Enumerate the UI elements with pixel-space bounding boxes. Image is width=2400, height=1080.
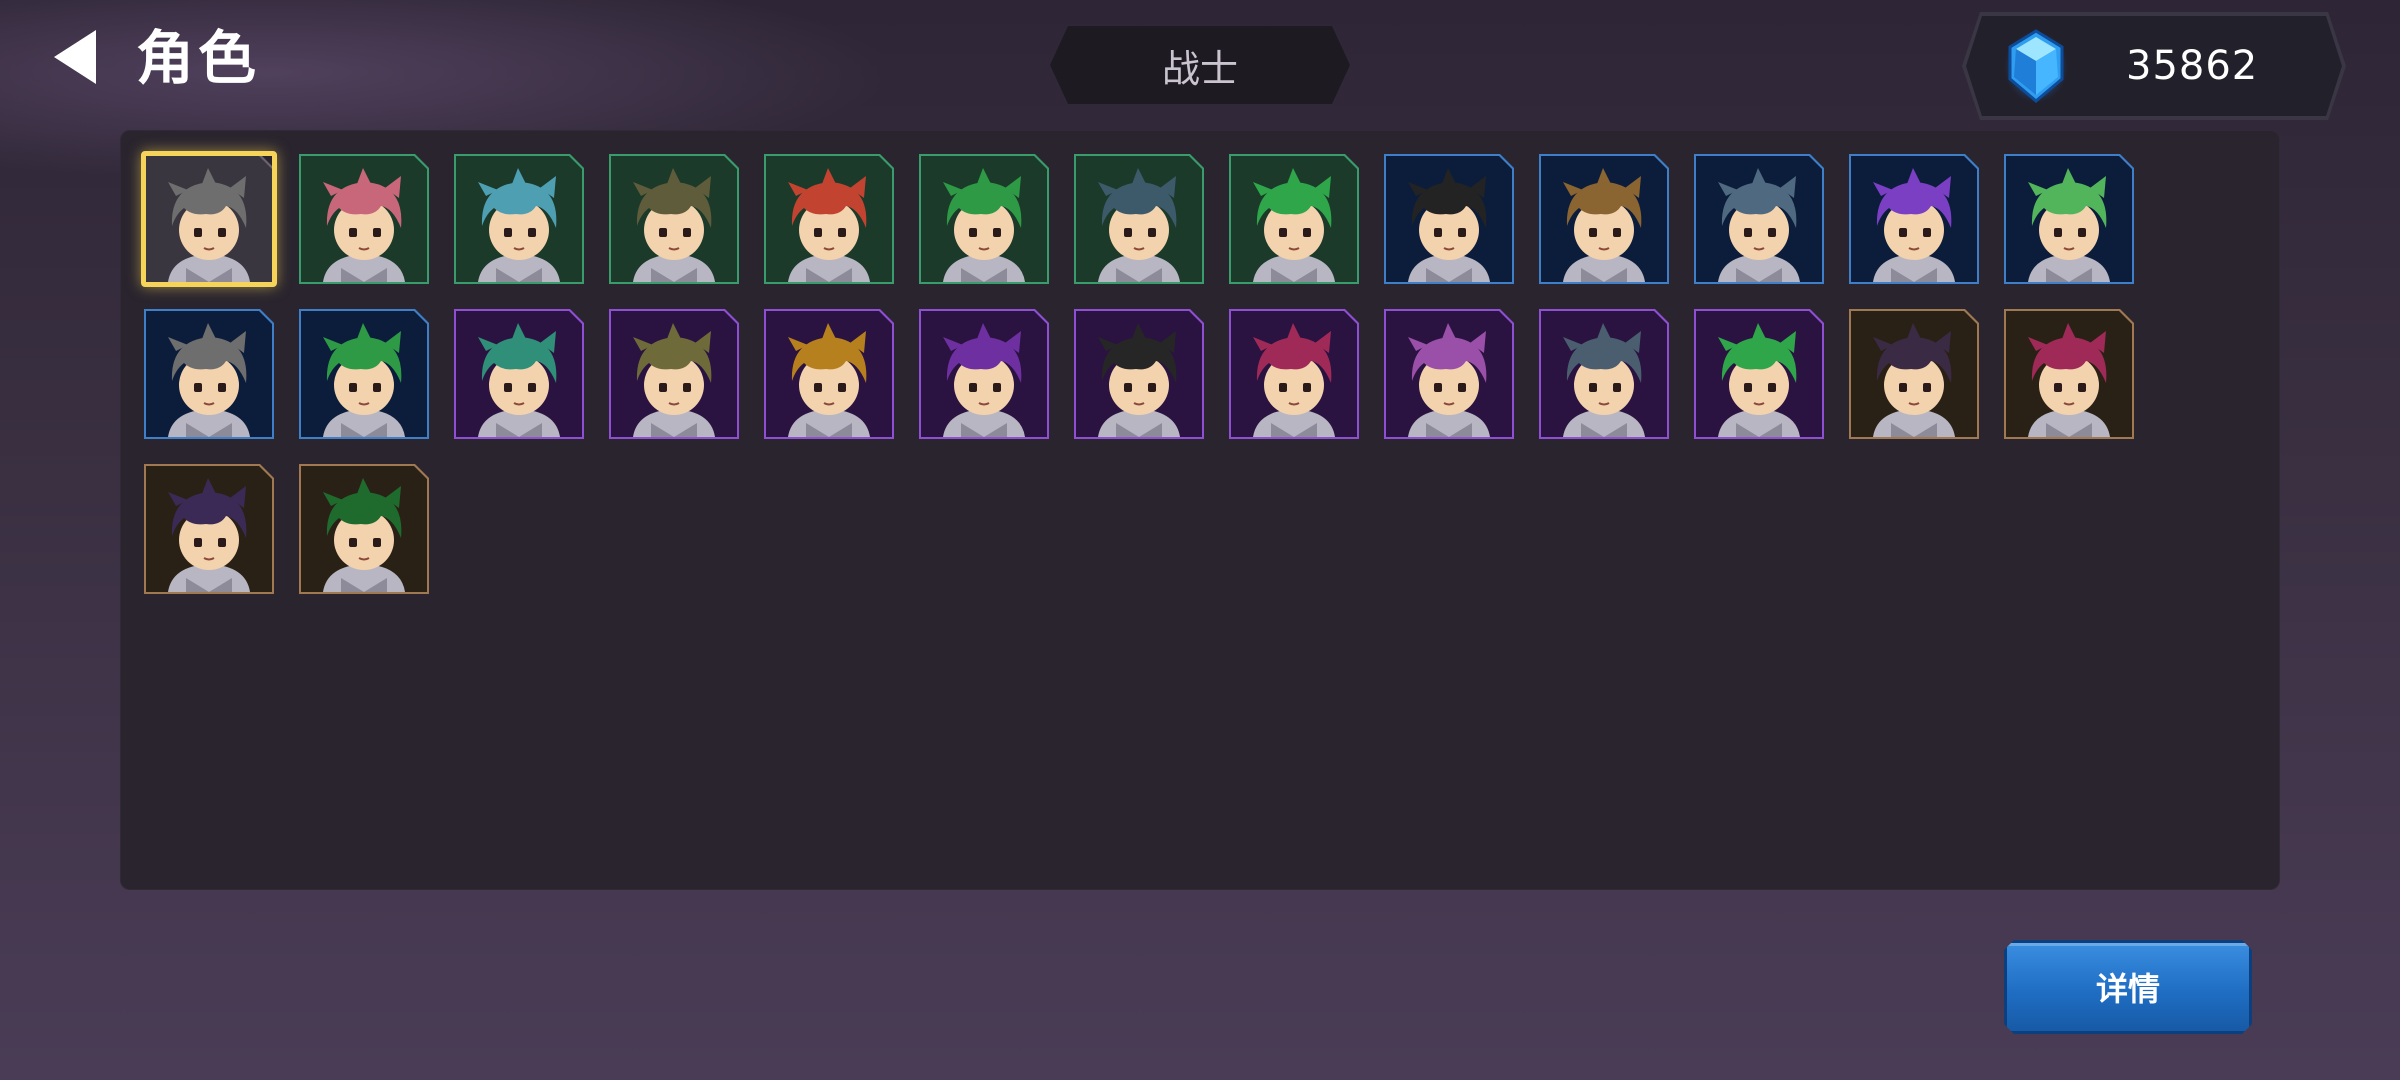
character-card[interactable] bbox=[299, 464, 429, 594]
character-portrait-icon bbox=[766, 311, 892, 437]
character-portrait-icon bbox=[1696, 311, 1822, 437]
character-portrait-icon bbox=[1386, 311, 1512, 437]
character-portrait-icon bbox=[456, 156, 582, 282]
character-card-background bbox=[766, 311, 892, 437]
character-card[interactable] bbox=[764, 309, 894, 439]
details-button[interactable]: 详情 bbox=[2004, 940, 2252, 1034]
class-filter-tab[interactable]: 战士 bbox=[1050, 26, 1350, 104]
character-card[interactable] bbox=[1694, 154, 1824, 284]
blue-gem-icon bbox=[2004, 27, 2068, 105]
character-card-background bbox=[1696, 311, 1822, 437]
character-portrait-icon bbox=[1851, 311, 1977, 437]
character-portrait-icon bbox=[1076, 156, 1202, 282]
character-card[interactable] bbox=[919, 309, 1049, 439]
character-portrait-icon bbox=[611, 156, 737, 282]
character-card-background bbox=[1386, 156, 1512, 282]
character-card-background bbox=[301, 311, 427, 437]
character-card-background bbox=[1076, 311, 1202, 437]
character-card[interactable] bbox=[1229, 309, 1359, 439]
character-card-background bbox=[1696, 156, 1822, 282]
character-card[interactable] bbox=[2004, 309, 2134, 439]
character-card[interactable] bbox=[2004, 154, 2134, 284]
character-card-background bbox=[921, 156, 1047, 282]
character-portrait-icon bbox=[921, 156, 1047, 282]
character-portrait-icon bbox=[1231, 156, 1357, 282]
character-card-background bbox=[1386, 311, 1512, 437]
character-grid bbox=[144, 154, 2134, 594]
character-card-background bbox=[456, 156, 582, 282]
character-card[interactable] bbox=[1229, 154, 1359, 284]
character-card[interactable] bbox=[144, 464, 274, 594]
character-card-background bbox=[921, 311, 1047, 437]
character-card-background bbox=[146, 466, 272, 592]
character-card[interactable] bbox=[144, 154, 274, 284]
character-portrait-icon bbox=[611, 311, 737, 437]
character-card[interactable] bbox=[1694, 309, 1824, 439]
character-portrait-icon bbox=[1386, 156, 1512, 282]
gem-amount: 35862 bbox=[2126, 43, 2259, 89]
character-card[interactable] bbox=[1539, 309, 1669, 439]
character-card[interactable] bbox=[1849, 154, 1979, 284]
character-card-background bbox=[456, 311, 582, 437]
character-card-background bbox=[1231, 156, 1357, 282]
character-card-background bbox=[301, 156, 427, 282]
character-card-background bbox=[1541, 311, 1667, 437]
character-card-background bbox=[2006, 156, 2132, 282]
character-card[interactable] bbox=[454, 309, 584, 439]
character-card-background bbox=[1231, 311, 1357, 437]
page-title: 角色 bbox=[136, 24, 261, 92]
back-button[interactable] bbox=[40, 22, 110, 92]
back-arrow-icon bbox=[54, 30, 96, 84]
character-portrait-icon bbox=[921, 311, 1047, 437]
character-card-background bbox=[301, 466, 427, 592]
character-card-background bbox=[611, 156, 737, 282]
character-card[interactable] bbox=[609, 309, 739, 439]
character-roster-panel bbox=[120, 130, 2280, 890]
character-portrait-icon bbox=[301, 466, 427, 592]
character-card-background bbox=[1076, 156, 1202, 282]
character-portrait-icon bbox=[1541, 156, 1667, 282]
character-portrait-icon bbox=[766, 156, 892, 282]
character-card[interactable] bbox=[1849, 309, 1979, 439]
character-portrait-icon bbox=[146, 311, 272, 437]
character-card[interactable] bbox=[609, 154, 739, 284]
character-card[interactable] bbox=[454, 154, 584, 284]
character-card-background bbox=[146, 311, 272, 437]
character-portrait-icon bbox=[1541, 311, 1667, 437]
character-card[interactable] bbox=[1384, 154, 1514, 284]
character-card[interactable] bbox=[1384, 309, 1514, 439]
character-card-background bbox=[2006, 311, 2132, 437]
character-card-background bbox=[611, 311, 737, 437]
character-card-background bbox=[1541, 156, 1667, 282]
character-portrait-icon bbox=[301, 311, 427, 437]
currency-display: 35862 bbox=[1966, 16, 2342, 116]
character-portrait-icon bbox=[1851, 156, 1977, 282]
character-portrait-icon bbox=[1231, 311, 1357, 437]
character-portrait-icon bbox=[146, 156, 272, 282]
character-card[interactable] bbox=[299, 309, 429, 439]
character-card[interactable] bbox=[1539, 154, 1669, 284]
character-card[interactable] bbox=[1074, 309, 1204, 439]
character-portrait-icon bbox=[301, 156, 427, 282]
character-card[interactable] bbox=[1074, 154, 1204, 284]
character-portrait-icon bbox=[1696, 156, 1822, 282]
character-card[interactable] bbox=[919, 154, 1049, 284]
character-card-background bbox=[766, 156, 892, 282]
character-card[interactable] bbox=[144, 309, 274, 439]
character-portrait-icon bbox=[2006, 311, 2132, 437]
character-card-background bbox=[1851, 156, 1977, 282]
character-card-background bbox=[1851, 311, 1977, 437]
character-card[interactable] bbox=[299, 154, 429, 284]
character-portrait-icon bbox=[456, 311, 582, 437]
character-portrait-icon bbox=[1076, 311, 1202, 437]
character-portrait-icon bbox=[2006, 156, 2132, 282]
character-card[interactable] bbox=[764, 154, 894, 284]
character-portrait-icon bbox=[146, 466, 272, 592]
character-card-background bbox=[146, 156, 272, 282]
